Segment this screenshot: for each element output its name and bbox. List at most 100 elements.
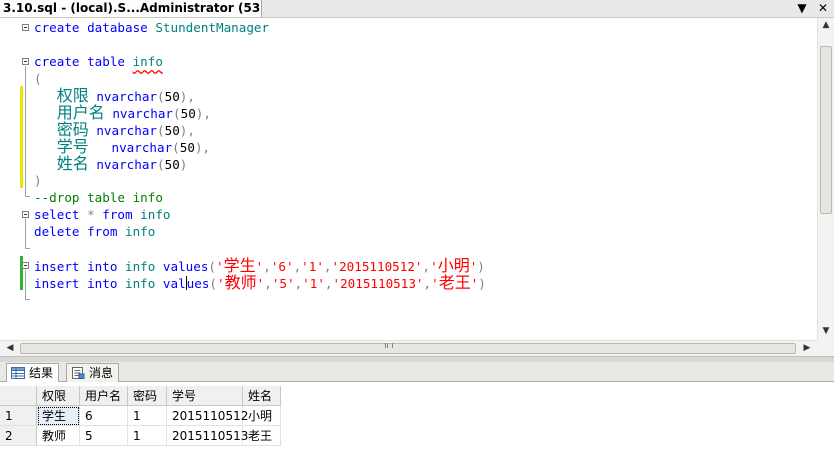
scroll-up-icon[interactable]: ▲ bbox=[818, 20, 834, 30]
code-token: ( bbox=[34, 71, 42, 86]
close-icon[interactable]: ✕ bbox=[815, 0, 831, 17]
results-grid[interactable]: 权限 用户名 密码 学号 姓名 1 学生 6 1 2015110512 小明 2… bbox=[0, 382, 834, 454]
code-line[interactable]: 姓名 nvarchar(50) bbox=[34, 155, 188, 172]
document-tab[interactable]: 3.10.sql - (local).S...Administrator (53… bbox=[0, 0, 262, 17]
table-cell[interactable]: 6 bbox=[80, 406, 128, 426]
table-cell[interactable]: 5 bbox=[80, 426, 128, 446]
column-header[interactable]: 用户名 bbox=[80, 386, 128, 406]
horizontal-scrollbar[interactable]: ◀ ▶ bbox=[0, 340, 817, 356]
code-line[interactable]: ) bbox=[34, 172, 42, 189]
code-token: info bbox=[125, 224, 156, 239]
code-token: values bbox=[162, 259, 209, 274]
unsaved-change-marker bbox=[20, 86, 23, 188]
code-token: * bbox=[87, 207, 103, 222]
code-token: ) bbox=[34, 173, 42, 188]
code-line[interactable]: 学号 nvarchar(50), bbox=[34, 138, 210, 155]
code-line[interactable]: 密码 nvarchar(50), bbox=[34, 121, 195, 138]
code-token: --drop table info bbox=[34, 190, 163, 205]
code-token: insert into bbox=[34, 259, 125, 274]
outline-guide bbox=[25, 66, 26, 196]
scroll-left-icon[interactable]: ◀ bbox=[2, 343, 18, 353]
code-token: create table bbox=[34, 54, 133, 69]
scroll-corner bbox=[817, 340, 834, 356]
row-number[interactable]: 2 bbox=[0, 426, 37, 446]
code-token: ( bbox=[157, 89, 165, 104]
table-cell[interactable]: 教师 bbox=[37, 426, 80, 446]
code-line[interactable]: create database StundentManager bbox=[34, 19, 269, 36]
code-token: nvarchar bbox=[88, 89, 158, 104]
tab-results-label: 结果 bbox=[29, 366, 54, 380]
code-token: ( bbox=[172, 140, 180, 155]
code-token: ' bbox=[217, 276, 225, 291]
code-token: ues bbox=[186, 276, 210, 291]
table-cell[interactable]: 小明 bbox=[243, 406, 281, 426]
code-token: '2015110513' bbox=[332, 276, 424, 291]
code-token: info bbox=[125, 276, 163, 291]
code-token: ( bbox=[208, 259, 217, 274]
code-token: delete from bbox=[34, 224, 125, 239]
code-token: info bbox=[140, 207, 171, 222]
code-token: ( bbox=[173, 106, 181, 121]
code-token: nvarchar bbox=[88, 157, 158, 172]
code-token: info bbox=[132, 54, 163, 69]
table-cell[interactable]: 学生 bbox=[37, 406, 80, 426]
code-line[interactable]: --drop table info bbox=[34, 189, 163, 206]
code-token: 老王 bbox=[438, 273, 471, 292]
horizontal-scroll-thumb[interactable] bbox=[20, 343, 796, 354]
tab-messages[interactable]: 消息 bbox=[66, 363, 120, 382]
outline-end bbox=[25, 196, 30, 197]
code-line[interactable]: delete from info bbox=[34, 223, 155, 240]
table-cell[interactable]: 老王 bbox=[243, 426, 281, 446]
code-line[interactable]: ( bbox=[34, 70, 42, 87]
outline-guide bbox=[25, 219, 26, 248]
code-token: nvarchar bbox=[104, 106, 174, 121]
code-token: ), bbox=[195, 106, 211, 121]
code-token: '1' bbox=[301, 259, 324, 274]
code-token: 50 bbox=[179, 140, 195, 155]
code-token: from bbox=[102, 207, 141, 222]
code-line[interactable]: 用户名 nvarchar(50), bbox=[34, 104, 211, 121]
column-header[interactable]: 密码 bbox=[128, 386, 167, 406]
code-token: ' bbox=[430, 259, 438, 274]
code-token: 50 bbox=[164, 89, 180, 104]
results-tab-bar: 结果 消息 bbox=[0, 362, 834, 383]
code-token: ( bbox=[157, 157, 165, 172]
code-token: , bbox=[423, 276, 432, 291]
collapse-icon[interactable] bbox=[22, 58, 29, 65]
collapse-icon[interactable] bbox=[22, 262, 29, 269]
code-token: , bbox=[323, 259, 332, 274]
code-token: select bbox=[34, 207, 88, 222]
code-token: '2015110512' bbox=[331, 259, 423, 274]
code-line[interactable]: insert into info values('学生','6','1','20… bbox=[34, 257, 485, 274]
vertical-scroll-thumb[interactable] bbox=[820, 46, 832, 214]
vertical-scrollbar[interactable]: ▲ ▼ bbox=[817, 18, 834, 340]
table-cell[interactable]: 2015110512 bbox=[167, 406, 248, 426]
chevron-down-icon[interactable]: ▼ bbox=[794, 0, 810, 17]
table-cell[interactable]: 2015110513 bbox=[167, 426, 248, 446]
code-token: nvarchar bbox=[88, 140, 173, 155]
scroll-right-icon[interactable]: ▶ bbox=[799, 343, 815, 353]
document-tab-bar: 3.10.sql - (local).S...Administrator (53… bbox=[0, 0, 834, 18]
code-token: info bbox=[125, 259, 163, 274]
collapse-icon[interactable] bbox=[22, 24, 29, 31]
code-line[interactable]: 权限 nvarchar(50), bbox=[34, 87, 195, 104]
column-header[interactable]: 学号 bbox=[167, 386, 243, 406]
table-cell[interactable]: 1 bbox=[128, 426, 167, 446]
column-header[interactable]: 姓名 bbox=[243, 386, 281, 406]
grip-icon bbox=[385, 343, 393, 348]
column-header[interactable]: 权限 bbox=[37, 386, 80, 406]
table-cell[interactable]: 1 bbox=[128, 406, 167, 426]
code-line[interactable]: create table info bbox=[34, 53, 163, 70]
scroll-down-icon[interactable]: ▼ bbox=[818, 326, 834, 336]
code-token: val bbox=[162, 276, 186, 291]
code-line[interactable]: select * from info bbox=[34, 206, 171, 223]
code-line[interactable]: insert into info values('教师','5','1','20… bbox=[34, 274, 486, 291]
sql-editor[interactable]: create database StundentManager create ta… bbox=[0, 18, 834, 340]
row-number[interactable]: 1 bbox=[0, 406, 37, 426]
collapse-icon[interactable] bbox=[22, 211, 29, 218]
code-token: nvarchar bbox=[88, 123, 158, 138]
code-token: 50 bbox=[164, 123, 180, 138]
outline-end bbox=[25, 248, 30, 249]
tab-results[interactable]: 结果 bbox=[6, 363, 60, 383]
